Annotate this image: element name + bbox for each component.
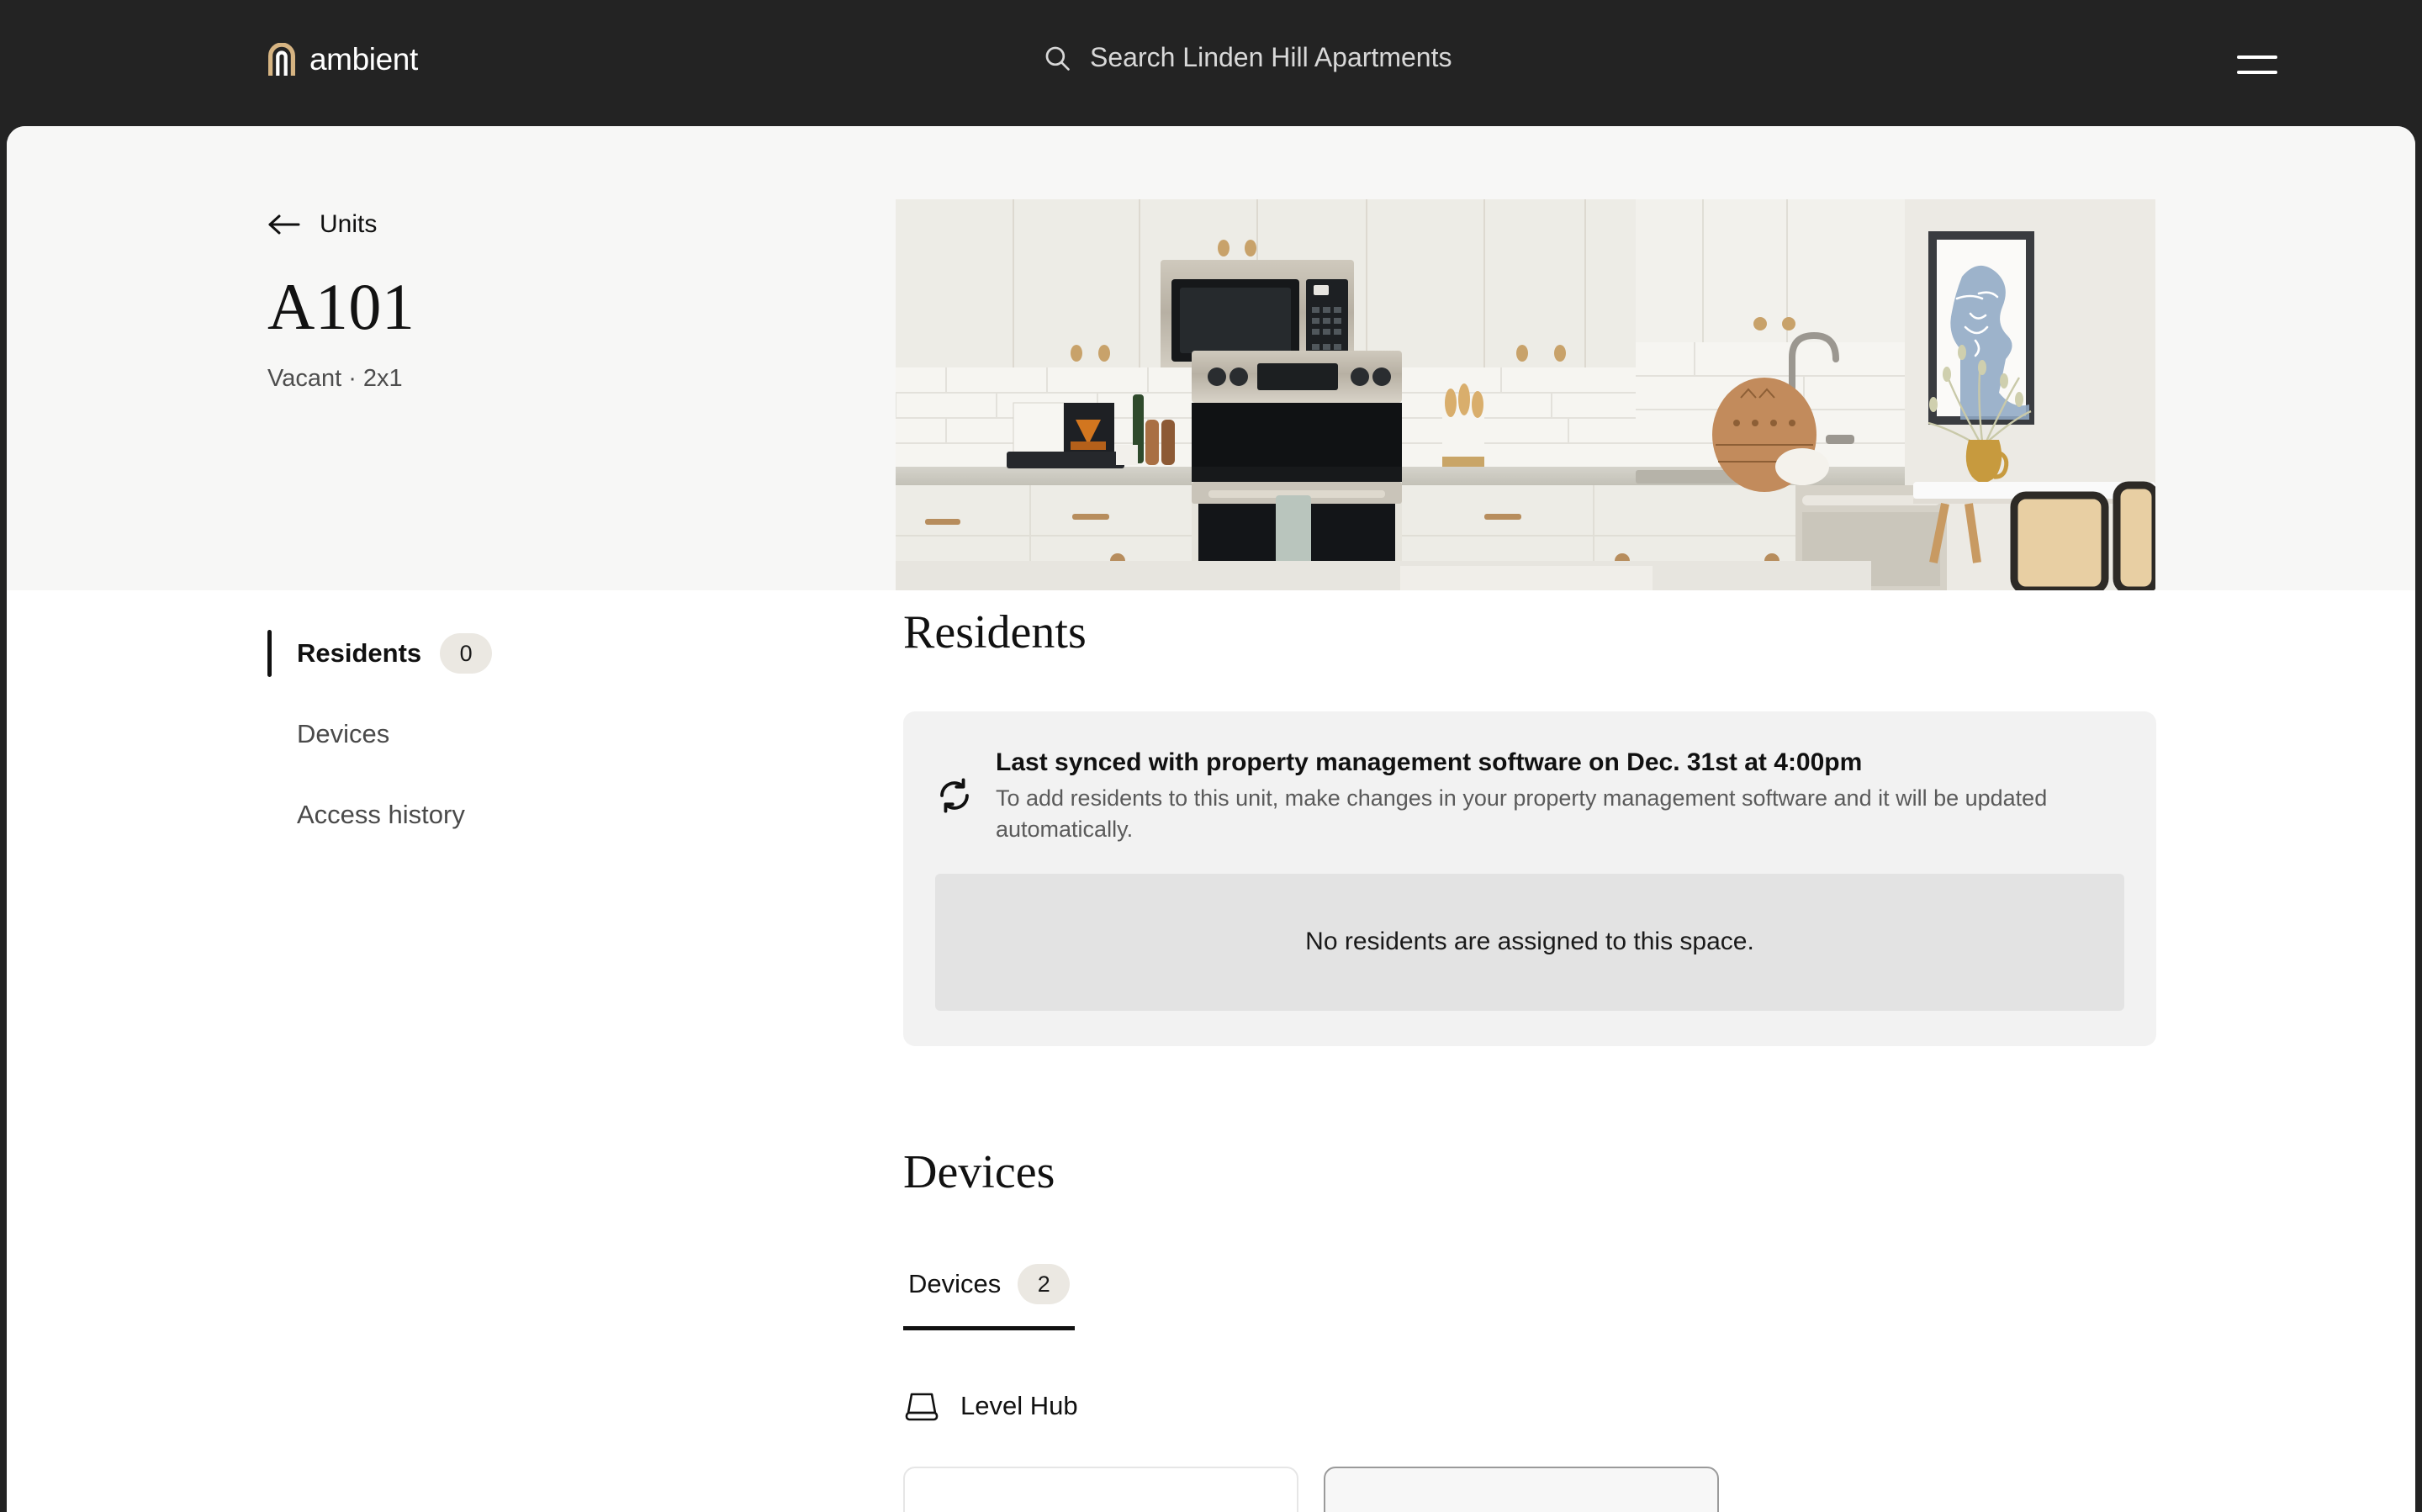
kitchen-illustration [896, 199, 2155, 590]
arch-logo-icon [268, 43, 295, 76]
device-card-list [903, 1467, 2156, 1512]
arrow-left-icon [268, 214, 300, 235]
menu-line-2 [2237, 71, 2277, 74]
device-card[interactable] [903, 1467, 1298, 1512]
device-name: Level Hub [960, 1391, 1078, 1421]
device-card-selected[interactable] [1324, 1467, 1719, 1512]
sync-text-group: Last synced with property management sof… [996, 747, 2124, 845]
unit-body: Residents 0 Devices Access history Resid… [7, 590, 2415, 1512]
sidebar-item-devices[interactable]: Devices [267, 709, 738, 759]
unit-hero-band: Units A101 Vacant · 2x1 [7, 126, 2415, 590]
hub-device-icon [905, 1393, 939, 1421]
brand[interactable]: ambient [267, 42, 418, 77]
unit-kitchen-photo [896, 199, 2155, 590]
back-link-label: Units [320, 210, 378, 238]
unit-content-column: Residents Last synced with property mana… [903, 606, 2156, 1512]
devices-section: Devices Devices 2 Level Hub [903, 1145, 2156, 1512]
devices-heading: Devices [903, 1145, 1055, 1198]
tab-label: Devices [908, 1269, 1002, 1299]
page-title: A101 [267, 270, 415, 343]
unit-status-subtitle: Vacant · 2x1 [267, 365, 403, 392]
sidebar-item-label: Access history [297, 800, 465, 829]
top-bar: ambient Search Linden Hill Apartments [0, 0, 2422, 130]
sidebar-item-label: Residents [297, 638, 422, 668]
search-icon [1045, 46, 1070, 71]
back-to-units-link[interactable]: Units [267, 210, 377, 239]
search-input[interactable]: Search Linden Hill Apartments [1043, 42, 1452, 73]
menu-line-1 [2237, 56, 2277, 59]
active-indicator-bar [267, 630, 272, 677]
hamburger-menu-icon[interactable] [2237, 50, 2277, 79]
residents-section: Residents Last synced with property mana… [903, 606, 2156, 1046]
sync-status-card: Last synced with property management sof… [903, 711, 2156, 1046]
sync-title: Last synced with property management sof… [996, 748, 1863, 776]
residents-heading: Residents [903, 606, 1087, 658]
residents-count-badge: 0 [440, 633, 493, 674]
sync-refresh-icon [940, 778, 969, 813]
sync-description: To add residents to this unit, make chan… [996, 785, 2048, 842]
tab-devices[interactable]: Devices 2 [903, 1264, 1076, 1331]
devices-tabbar: Devices 2 [903, 1264, 2156, 1331]
brand-name: ambient [309, 42, 418, 77]
device-group-header[interactable]: Level Hub [903, 1389, 2156, 1423]
unit-header: Units A101 Vacant · 2x1 [267, 210, 415, 393]
sidebar-item-label: Devices [297, 719, 390, 748]
unit-section-nav: Residents 0 Devices Access history [267, 628, 738, 840]
residents-empty-state: No residents are assigned to this space. [935, 873, 2124, 1011]
sync-status-row: Last synced with property management sof… [935, 747, 2124, 845]
sidebar-item-residents[interactable]: Residents 0 [267, 628, 738, 679]
sidebar-item-access-history[interactable]: Access history [267, 790, 738, 840]
app-panel: Units A101 Vacant · 2x1 Residents 0 Devi… [7, 126, 2415, 1512]
devices-count-badge: 2 [1018, 1264, 1071, 1305]
search-placeholder-text: Search Linden Hill Apartments [1090, 42, 1452, 72]
